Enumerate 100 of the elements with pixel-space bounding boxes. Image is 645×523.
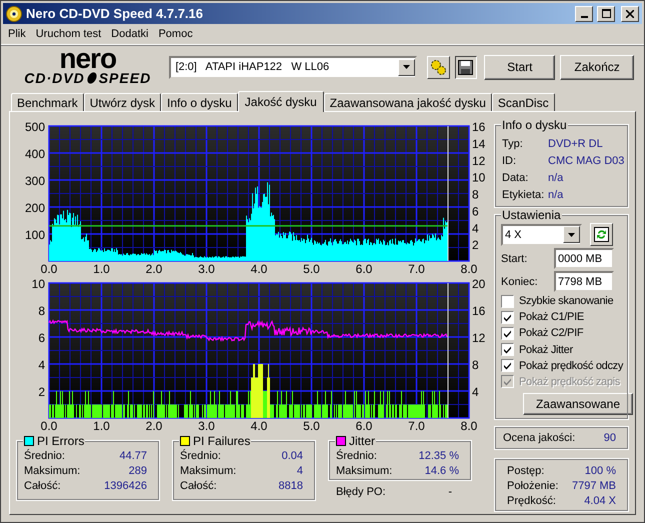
axis-tick-label: 16 — [472, 304, 486, 318]
minimize-button[interactable] — [575, 6, 593, 22]
field-value: 44.77 — [119, 450, 147, 462]
menu-item[interactable]: Uruchom test — [30, 28, 106, 40]
axis-tick-label: 10 — [32, 278, 45, 291]
field-value: 12.35 % — [418, 450, 459, 462]
field-label: Całość: — [24, 480, 61, 492]
axis-tick-label: 100 — [24, 228, 45, 242]
panel-title: Info o dysku — [501, 118, 568, 132]
axis-tick-label: 4 — [38, 358, 45, 372]
axis-tick-label: 12 — [472, 154, 486, 168]
tab[interactable]: Benchmark — [11, 93, 84, 111]
tab[interactable]: ScanDisc — [492, 93, 555, 111]
field-label: Start: — [501, 252, 528, 264]
field-label: Położenie: — [507, 480, 558, 492]
axis-tick-label: 1.0 — [93, 262, 110, 276]
menu-item[interactable]: Dodatki — [106, 28, 154, 40]
field-label: Ocena jakości: — [503, 432, 576, 444]
checkbox[interactable] — [501, 343, 514, 356]
checkbox-label: Szybkie skanowanie — [519, 295, 614, 308]
caret-icon — [402, 65, 410, 69]
checkbox[interactable] — [501, 359, 514, 372]
axis-tick-label: 2.0 — [146, 419, 162, 433]
checkbox[interactable] — [501, 326, 514, 340]
panel-title: Jitter — [349, 434, 376, 448]
tab[interactable]: Utwórz dysk — [84, 93, 162, 111]
panel-title: PI Failures — [193, 434, 250, 448]
field-value: 8818 — [278, 480, 303, 492]
axis-tick-label: 4 — [472, 385, 479, 399]
field-value: 7797 MB — [572, 480, 616, 492]
field-value: DVD+R DL — [548, 138, 603, 150]
field-value: - — [448, 486, 452, 500]
field-label: Całość: — [180, 480, 217, 492]
axis-tick-label: 7.0 — [408, 262, 425, 276]
axis-tick-label: 6 — [472, 204, 479, 218]
exit-button[interactable]: Zakończ — [560, 54, 634, 80]
axis-tick-label: 2 — [472, 238, 479, 252]
field-label: Maksimum: — [336, 464, 392, 476]
field-value: n/a — [548, 188, 564, 200]
axis-tick-label: 4 — [472, 221, 479, 236]
axis-tick-label: 7.0 — [408, 419, 425, 433]
checkbox-label: Pokaż Jitter — [519, 344, 573, 356]
axis-tick-label: 5.0 — [303, 419, 320, 433]
field-label: Typ: — [502, 138, 524, 150]
maximize-button[interactable] — [597, 6, 615, 22]
axis-tick-label: 300 — [24, 174, 45, 188]
tab[interactable]: Info o dysku — [161, 93, 238, 111]
save-button[interactable] — [454, 56, 478, 78]
axis-tick-label: 6 — [38, 331, 45, 345]
field-label: Średnio: — [336, 450, 377, 462]
axis-tick-label: 500 — [24, 120, 45, 134]
maximize-icon — [602, 9, 610, 18]
field-label: Prędkość: — [507, 494, 556, 506]
refresh-icon[interactable] — [590, 223, 613, 246]
panel-title: Ustawienia — [501, 208, 562, 222]
checkbox-label: Pokaż C2/PIF — [519, 327, 584, 340]
field-label: Koniec: — [501, 276, 538, 288]
axis-tick-label: 5.0 — [303, 262, 320, 276]
field-value: n/a — [548, 172, 564, 184]
axis-tick-label: 6.0 — [356, 419, 372, 433]
gears-icon[interactable] — [426, 56, 450, 78]
end-input-field[interactable]: 7798 MB — [554, 271, 614, 292]
start-button[interactable]: Start — [484, 54, 556, 80]
tab[interactable]: Jakość dysku — [238, 91, 324, 112]
axis-tick-label: 14 — [472, 136, 486, 151]
field-value: 100 % — [584, 464, 616, 476]
checkbox[interactable] — [501, 310, 514, 324]
field-value: CMC MAG D03 — [548, 154, 624, 166]
caret-icon — [568, 232, 575, 236]
axis-tick-label: 12 — [472, 331, 486, 345]
field-label: Maksimum: — [180, 464, 236, 476]
start-input-field[interactable]: 0000 MB — [554, 248, 614, 269]
tab[interactable]: Zaawansowana jakość dysku — [324, 93, 492, 111]
disc-icon — [6, 6, 22, 22]
quality-score: 90 — [604, 432, 616, 444]
menu-item[interactable]: Pomoc — [153, 28, 198, 40]
axis-tick-label: 2 — [38, 385, 45, 399]
axis-tick-label: 8.0 — [460, 419, 478, 433]
axis-tick-label: 8 — [472, 188, 479, 202]
advanced-button[interactable]: Zaawansowane — [523, 393, 633, 415]
axis-tick-label: 10 — [472, 170, 486, 185]
axis-tick-label: 8 — [472, 358, 479, 372]
close-button[interactable] — [621, 6, 639, 22]
field-value: 1396426 — [104, 480, 147, 492]
minimize-icon — [580, 16, 588, 18]
panel-title: PI Errors — [37, 434, 84, 448]
checkbox[interactable] — [501, 294, 514, 308]
axis-tick-label: 0.0 — [40, 262, 58, 276]
field-label: Etykieta: — [502, 188, 546, 200]
close-icon — [626, 10, 634, 18]
axis-tick-label: 8.0 — [460, 262, 478, 276]
drive-dropdown[interactable]: [2:0] ATAPI iHAP122 W LL06 — [169, 56, 417, 78]
field-value: 4 — [296, 464, 303, 476]
menu-item[interactable]: Plik — [3, 28, 31, 40]
axis-tick-label: 4.0 — [250, 262, 268, 276]
field-label: Maksimum: — [24, 464, 80, 476]
field-label: Data: — [502, 172, 530, 184]
app-logo: nero CD·DVD SPEED — [23, 48, 152, 86]
speed-dropdown[interactable]: 4 X — [501, 224, 582, 246]
axis-tick-label: 6.0 — [356, 262, 372, 276]
